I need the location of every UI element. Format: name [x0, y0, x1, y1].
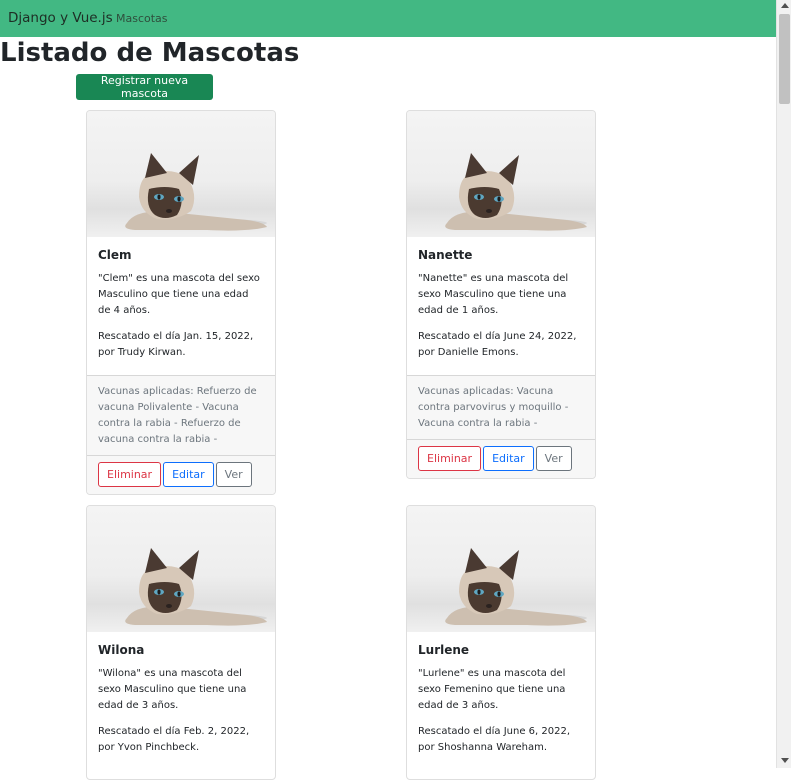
- scroll-down-icon[interactable]: [781, 758, 789, 763]
- edit-button[interactable]: Editar: [163, 462, 214, 487]
- card-actions: Eliminar Editar Ver: [87, 455, 275, 494]
- vaccines-info: Vacunas aplicadas: Vacuna contra parvovi…: [407, 375, 595, 439]
- cat-photo: [87, 111, 275, 237]
- pet-card: Nanette "Nanette" es una mascota del sex…: [406, 110, 596, 479]
- delete-button[interactable]: Eliminar: [418, 446, 482, 471]
- scrollbar-thumb[interactable]: [779, 14, 790, 104]
- navbar: Django y Vue.js Mascotas: [0, 0, 776, 37]
- view-button[interactable]: Ver: [215, 462, 252, 487]
- pet-name: Clem: [98, 248, 132, 262]
- rescue-info: Rescatado el día June 6, 2022, por Shosh…: [418, 726, 571, 753]
- navbar-brand[interactable]: Django y Vue.js: [8, 10, 113, 26]
- pet-description: "Nanette" es una mascota del sexo Mascul…: [418, 273, 569, 316]
- view-button[interactable]: Ver: [535, 446, 572, 471]
- edit-button[interactable]: Editar: [483, 446, 534, 471]
- scroll-up-icon[interactable]: [781, 3, 789, 8]
- pet-card: Clem "Clem" es una mascota del sexo Masc…: [86, 110, 276, 495]
- pet-name: Lurlene: [418, 643, 470, 657]
- vaccines-info: Vacunas aplicadas: Refuerzo de vacuna Po…: [87, 375, 275, 455]
- rescue-info: Rescatado el día June 24, 2022, por Dani…: [418, 331, 577, 358]
- pet-description: "Wilona" es una mascota del sexo Masculi…: [98, 668, 247, 711]
- pet-name: Wilona: [98, 643, 145, 657]
- card-actions: Eliminar Editar Ver: [407, 439, 595, 478]
- pet-name: Nanette: [418, 248, 473, 262]
- cat-photo: [87, 506, 275, 632]
- vertical-scrollbar[interactable]: [776, 0, 791, 768]
- pet-description: "Lurlene" es una mascota del sexo Femeni…: [418, 668, 566, 711]
- rescue-info: Rescatado el día Feb. 2, 2022, por Yvon …: [98, 726, 250, 753]
- page-title: Listado de Mascotas: [0, 38, 300, 68]
- cat-photo: [407, 111, 595, 237]
- pet-card: Wilona "Wilona" es una mascota del sexo …: [86, 505, 276, 780]
- nav-link-mascotas[interactable]: Mascotas: [116, 12, 168, 25]
- delete-button[interactable]: Eliminar: [98, 462, 162, 487]
- pet-card: Lurlene "Lurlene" es una mascota del sex…: [406, 505, 596, 780]
- pet-description: "Clem" es una mascota del sexo Masculino…: [98, 273, 260, 316]
- register-pet-button[interactable]: Registrar nueva mascota: [76, 74, 213, 100]
- rescue-info: Rescatado el día Jan. 15, 2022, por Trud…: [98, 331, 254, 358]
- cat-photo: [407, 506, 595, 632]
